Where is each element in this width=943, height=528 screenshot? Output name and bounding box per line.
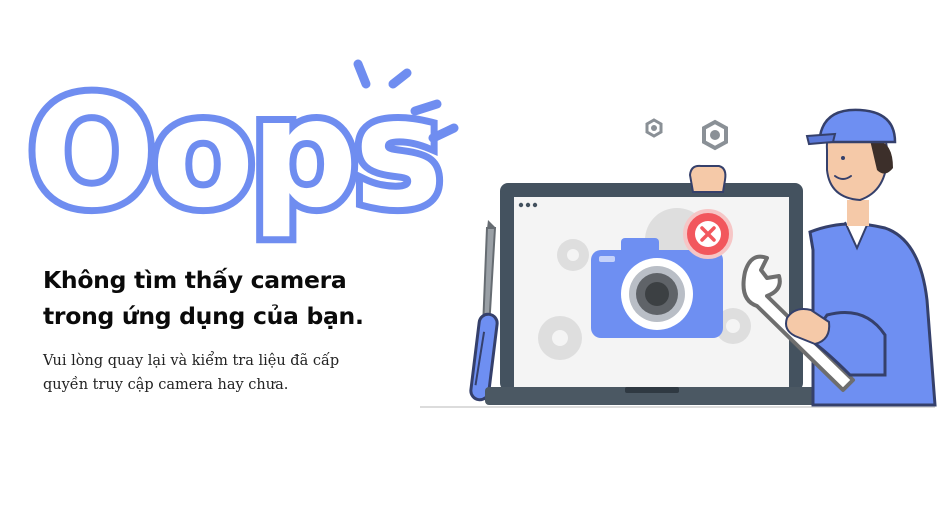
- gear-icon: [557, 239, 589, 271]
- error-x-icon: [683, 209, 733, 259]
- screwdriver-icon: [469, 220, 499, 402]
- description-line-1: Vui lòng quay lại và kiểm tra liệu đã cấ…: [43, 353, 340, 369]
- error-heading: Không tìm thấy camera trong ứng dụng của…: [43, 262, 423, 334]
- oops-text: Oops: [28, 67, 439, 241]
- heading-line-1: Không tìm thấy camera: [43, 266, 347, 294]
- nut-icon: [645, 118, 663, 138]
- description-line-2: quyền truy cập camera hay chưa.: [43, 377, 289, 393]
- heading-line-2: trong ứng dụng của bạn.: [43, 302, 364, 330]
- repair-illustration: [420, 108, 937, 408]
- error-description: Vui lòng quay lại và kiểm tra liệu đã cấ…: [43, 349, 403, 397]
- gear-icon: [538, 316, 582, 360]
- nut-icon: [702, 119, 728, 151]
